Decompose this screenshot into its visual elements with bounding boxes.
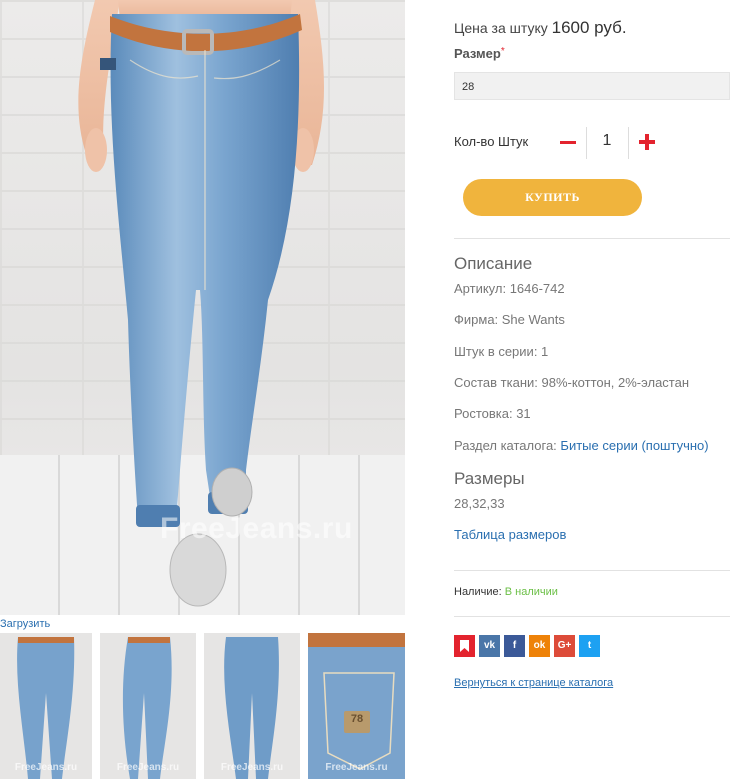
price-value: 1600 руб. xyxy=(551,18,627,37)
back-to-catalog-link[interactable]: Вернуться к странице каталога xyxy=(454,677,613,689)
thumbnail-back[interactable]: FreeJeans.ru xyxy=(204,633,300,779)
pocket-patch-text: 78 xyxy=(350,713,364,725)
price-row: Цена за штуку 1600 руб. xyxy=(454,18,627,38)
sizes-list: 28,32,33 xyxy=(454,496,505,511)
upload-link[interactable]: Загрузить xyxy=(0,618,50,630)
quantity-divider xyxy=(628,127,629,159)
fabric-composition: Состав ткани: 98%-коттон, 2%-эластан xyxy=(454,375,690,390)
quantity-value[interactable]: 1 xyxy=(600,132,614,150)
thumbnail-front-image xyxy=(17,637,75,779)
bookmark-icon[interactable] xyxy=(454,635,475,657)
product-info-panel: Цена за штуку 1600 руб. Размер* 28 Кол-в… xyxy=(454,0,730,779)
buy-button[interactable]: КУПИТЬ xyxy=(463,179,642,216)
size-label-text: Размер xyxy=(454,46,501,61)
bookmark-glyph xyxy=(460,640,469,652)
thumbnail-side-image xyxy=(122,637,172,779)
minus-icon[interactable] xyxy=(560,141,576,144)
description-title: Описание xyxy=(454,254,533,273)
quantity-divider xyxy=(586,127,587,159)
thumbnail-strip: FreeJeans.ru FreeJeans.ru FreeJeans.ru 7… xyxy=(0,633,405,779)
quantity-label: Кол-во Штук xyxy=(454,134,529,149)
catalog-section-prefix: Раздел каталога: xyxy=(454,438,557,453)
sizes-title: Размеры xyxy=(454,469,525,488)
availability-label: Наличие: xyxy=(454,586,502,598)
height-range: Ростовка: 31 xyxy=(454,406,531,421)
catalog-section-link[interactable]: Битые серии (поштучно) xyxy=(560,438,708,453)
plus-icon[interactable] xyxy=(639,134,655,150)
thumbnail-pocket-image xyxy=(308,633,405,779)
size-table-row: Таблица размеров xyxy=(454,527,566,542)
thumbnail-pocket-detail[interactable]: 78 FreeJeans.ru xyxy=(308,633,405,779)
pieces-per-series: Штук в серии: 1 xyxy=(454,344,549,359)
thumbnail-back-image xyxy=(224,637,279,779)
brand: Фирма: She Wants xyxy=(454,312,565,327)
twitter-icon[interactable]: t xyxy=(579,635,600,657)
price-prefix: Цена за штуку xyxy=(454,20,548,36)
catalog-section: Раздел каталога: Битые серии (поштучно) xyxy=(454,438,709,453)
divider xyxy=(454,570,730,571)
divider xyxy=(454,616,730,617)
thumbnail-front[interactable]: FreeJeans.ru xyxy=(0,633,92,779)
availability: Наличие: В наличии xyxy=(454,586,558,598)
thumbnail-side[interactable]: FreeJeans.ru xyxy=(100,633,196,779)
thumbnail-watermark: FreeJeans.ru xyxy=(220,762,284,773)
vk-icon[interactable]: vk xyxy=(479,635,500,657)
required-asterisk: * xyxy=(500,46,505,57)
thumbnail-watermark: FreeJeans.ru xyxy=(116,762,180,773)
size-table-link[interactable]: Таблица размеров xyxy=(454,527,566,542)
facebook-icon[interactable]: f xyxy=(504,635,525,657)
availability-status: В наличии xyxy=(504,586,558,598)
photo-watermark: FreeJeans.ru xyxy=(160,512,353,545)
size-label: Размер* xyxy=(454,46,505,61)
thumbnail-watermark: FreeJeans.ru xyxy=(14,762,78,773)
main-product-photo[interactable]: FreeJeans.ru xyxy=(0,0,405,615)
thumbnail-watermark: FreeJeans.ru xyxy=(325,762,388,773)
size-select[interactable]: 28 xyxy=(454,72,730,100)
article-number: Артикул: 1646-742 xyxy=(454,281,565,296)
odnoklassniki-icon[interactable]: ok xyxy=(529,635,550,657)
divider xyxy=(454,238,730,239)
google-plus-icon[interactable]: G+ xyxy=(554,635,575,657)
